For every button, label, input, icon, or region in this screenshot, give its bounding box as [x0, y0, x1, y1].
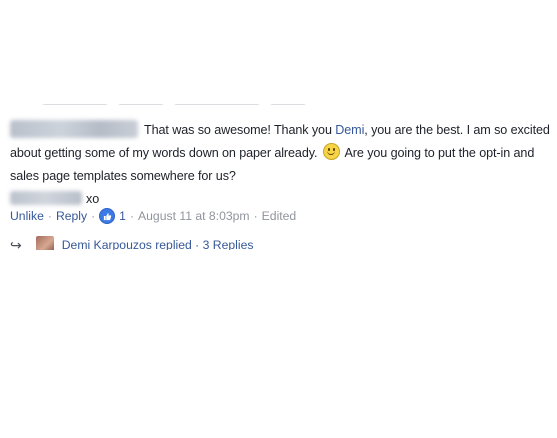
reply-link[interactable]: Reply	[56, 209, 87, 223]
separator-dot: ·	[91, 209, 96, 223]
mention-link[interactable]: Demi	[335, 123, 364, 137]
replies-summary[interactable]: Demi Karpouzos replied · 3 Replies	[62, 238, 254, 250]
comment-actions: Unlike · Reply · 1 · August 11 at 8:03pm…	[10, 208, 296, 224]
comment-text-part1: That was so awesome! Thank you	[144, 123, 336, 137]
blurred-signature	[10, 191, 82, 205]
smile-emoji-icon	[322, 143, 340, 160]
blurred-commenter-name[interactable]	[10, 120, 138, 138]
edited-label[interactable]: Edited	[262, 209, 297, 223]
comment-card: That was so awesome! Thank you Demi, you…	[0, 104, 557, 250]
replies-row[interactable]: ↪ Demi Karpouzos replied · 3 Replies	[10, 236, 253, 250]
separator-dot: ·	[129, 209, 135, 223]
separator-dot: ·	[253, 209, 258, 223]
avatar	[35, 236, 54, 250]
comment-signoff: xo	[86, 192, 100, 206]
comment-text: That was so awesome! Thank you Demi, you…	[10, 119, 550, 211]
like-count[interactable]: 1	[119, 209, 126, 223]
separator-dot: ·	[47, 209, 52, 223]
previous-comment-cutoff	[40, 104, 340, 107]
unlike-link[interactable]: Unlike	[10, 209, 44, 223]
comment-timestamp[interactable]: August 11 at 8:03pm	[138, 209, 250, 223]
thumbs-up-icon[interactable]	[99, 208, 116, 224]
reply-arrow-icon: ↪	[10, 236, 22, 251]
